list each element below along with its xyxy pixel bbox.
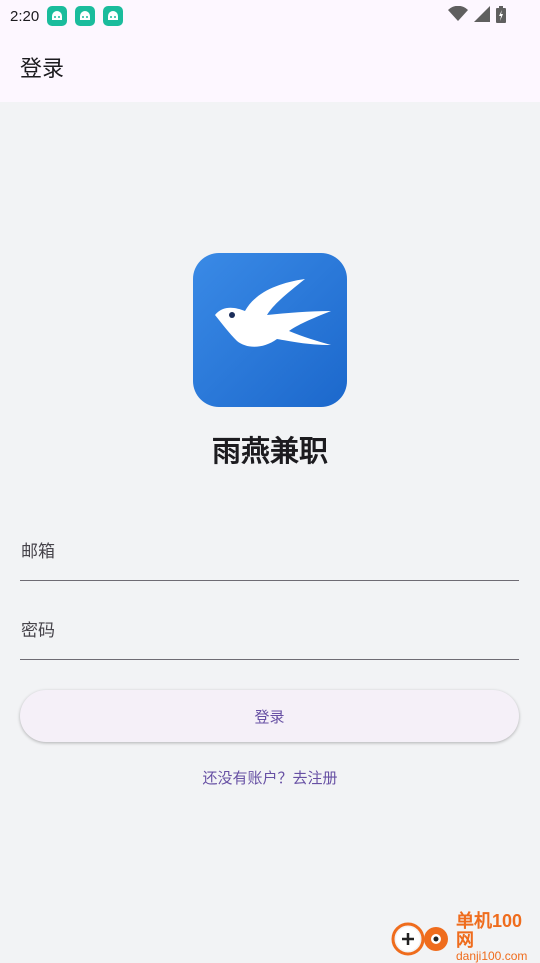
status-bar: 2:20 [0,0,540,32]
signal-icon [474,6,490,26]
login-button[interactable]: 登录 [20,690,519,742]
android-notification-icon [103,6,124,26]
watermark-logo-icon [391,922,448,956]
battery-icon [496,5,506,27]
status-time: 2:20 [10,7,40,25]
watermark: 单机100网 danji100.com [388,910,540,963]
wifi-icon [448,5,468,26]
page-title: 登录 [20,57,65,82]
status-left: 2:20 [0,6,124,26]
password-input[interactable] [20,609,519,659]
password-field[interactable]: 密码 [20,609,519,660]
app-bar: 登录 [0,32,540,102]
watermark-text: 单机100网 danji100.com [455,910,540,963]
android-notification-icon [47,6,68,26]
watermark-sub: danji100.com [455,948,528,963]
email-field[interactable]: 邮箱 [20,530,519,581]
app-logo [193,253,347,407]
app-name: 雨燕兼职 [211,434,328,468]
email-input[interactable] [20,530,519,580]
register-link[interactable]: 还没有账户？去注册 [0,767,540,788]
android-notification-icon [75,6,96,26]
watermark-main: 单机100网 [455,910,523,950]
swallow-bird-icon [193,253,347,407]
status-right [448,5,540,27]
